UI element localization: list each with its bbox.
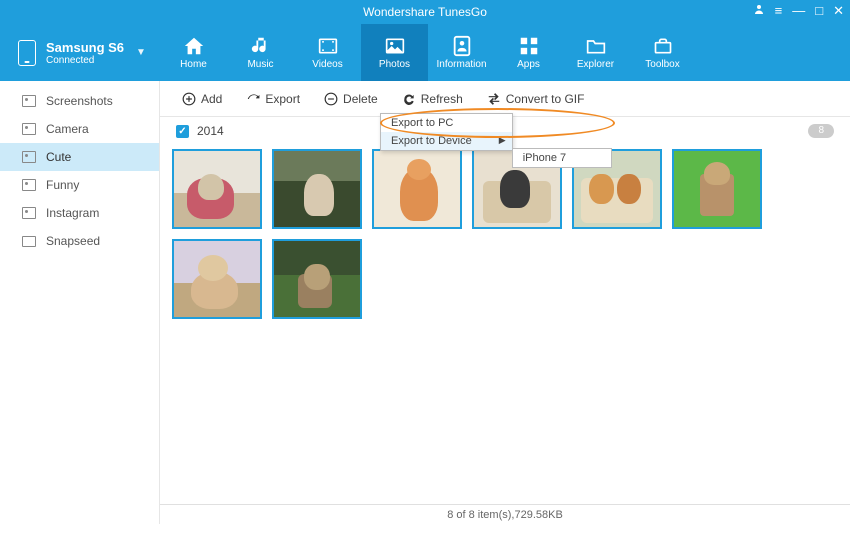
device-selector[interactable]: Samsung S6 Connected ▼ bbox=[0, 40, 160, 66]
camera-icon bbox=[22, 123, 36, 135]
toolbar: Add Export Delete Refresh Convert to GIF… bbox=[160, 81, 850, 117]
export-button[interactable]: Export bbox=[236, 88, 310, 110]
nav-videos[interactable]: Videos bbox=[294, 24, 361, 81]
toolbox-icon bbox=[650, 35, 676, 57]
export-icon bbox=[246, 92, 260, 106]
album-icon bbox=[22, 151, 36, 163]
convert-icon bbox=[487, 92, 501, 106]
phone-icon bbox=[18, 40, 36, 66]
chevron-down-icon: ▼ bbox=[136, 47, 146, 58]
sidebar-item-screenshots[interactable]: Screenshots bbox=[0, 87, 159, 115]
photo-thumbnail[interactable] bbox=[272, 239, 362, 319]
title-bar: Wondershare TunesGo ≡ — □ ✕ bbox=[0, 0, 850, 24]
refresh-icon bbox=[402, 92, 416, 106]
menu-icon[interactable]: ≡ bbox=[775, 3, 783, 19]
export-device-option[interactable]: iPhone 7 bbox=[513, 149, 611, 167]
count-badge: 8 bbox=[808, 124, 834, 138]
photo-thumbnail[interactable] bbox=[272, 149, 362, 229]
minimize-button[interactable]: — bbox=[792, 3, 805, 19]
export-device-submenu: iPhone 7 bbox=[512, 148, 612, 168]
album-icon bbox=[22, 207, 36, 219]
nav-apps[interactable]: Apps bbox=[495, 24, 562, 81]
nav-toolbox[interactable]: Toolbox bbox=[629, 24, 696, 81]
photo-thumbnail[interactable] bbox=[672, 149, 762, 229]
submenu-arrow-icon: ▶ bbox=[499, 135, 506, 146]
sidebar-item-funny[interactable]: Funny bbox=[0, 171, 159, 199]
main-nav: Home Music Videos Photos Information App… bbox=[160, 24, 850, 81]
year-label: 2014 bbox=[197, 124, 224, 138]
header: Samsung S6 Connected ▼ Home Music Videos… bbox=[0, 24, 850, 81]
music-icon bbox=[248, 35, 274, 57]
convert-gif-button[interactable]: Convert to GIF bbox=[477, 88, 595, 110]
video-icon bbox=[315, 35, 341, 57]
sidebar-item-instagram[interactable]: Instagram bbox=[0, 199, 159, 227]
sidebar: Screenshots Camera Cute Funny Instagram … bbox=[0, 81, 160, 524]
sidebar-item-camera[interactable]: Camera bbox=[0, 115, 159, 143]
photo-grid bbox=[160, 145, 850, 504]
photo-thumbnail[interactable] bbox=[172, 239, 262, 319]
camera-icon bbox=[22, 95, 36, 107]
close-button[interactable]: ✕ bbox=[833, 3, 844, 19]
folder-icon bbox=[583, 35, 609, 57]
nav-music[interactable]: Music bbox=[227, 24, 294, 81]
user-icon[interactable] bbox=[753, 3, 765, 19]
folder-icon bbox=[22, 236, 36, 247]
photo-thumbnail[interactable] bbox=[172, 149, 262, 229]
export-to-device[interactable]: Export to Device ▶ iPhone 7 bbox=[381, 132, 512, 150]
status-bar: 8 of 8 item(s),729.58KB bbox=[160, 504, 850, 524]
delete-button[interactable]: Delete bbox=[314, 88, 388, 110]
plus-icon bbox=[182, 92, 196, 106]
app-title: Wondershare TunesGo bbox=[363, 5, 487, 19]
photo-thumbnail[interactable] bbox=[372, 149, 462, 229]
apps-icon bbox=[516, 35, 542, 57]
device-name: Samsung S6 bbox=[46, 40, 124, 55]
add-button[interactable]: Add bbox=[172, 88, 232, 110]
delete-icon bbox=[324, 92, 338, 106]
contacts-icon bbox=[449, 35, 475, 57]
album-icon bbox=[22, 179, 36, 191]
photo-icon bbox=[382, 35, 408, 57]
year-checkbox[interactable] bbox=[176, 125, 189, 138]
status-text: 8 of 8 item(s),729.58KB bbox=[447, 509, 563, 521]
nav-explorer[interactable]: Explorer bbox=[562, 24, 629, 81]
content: Screenshots Camera Cute Funny Instagram … bbox=[0, 81, 850, 524]
export-to-pc[interactable]: Export to PC bbox=[381, 114, 512, 132]
refresh-button[interactable]: Refresh bbox=[392, 88, 473, 110]
sidebar-item-snapseed[interactable]: Snapseed bbox=[0, 227, 159, 255]
main-panel: Add Export Delete Refresh Convert to GIF… bbox=[160, 81, 850, 524]
home-icon bbox=[181, 35, 207, 57]
export-menu: Export to PC Export to Device ▶ iPhone 7 bbox=[380, 113, 513, 151]
nav-photos[interactable]: Photos bbox=[361, 24, 428, 81]
device-status: Connected bbox=[46, 55, 124, 66]
maximize-button[interactable]: □ bbox=[815, 3, 823, 19]
nav-information[interactable]: Information bbox=[428, 24, 495, 81]
window-controls: ≡ — □ ✕ bbox=[753, 3, 844, 19]
nav-home[interactable]: Home bbox=[160, 24, 227, 81]
sidebar-item-cute[interactable]: Cute bbox=[0, 143, 159, 171]
